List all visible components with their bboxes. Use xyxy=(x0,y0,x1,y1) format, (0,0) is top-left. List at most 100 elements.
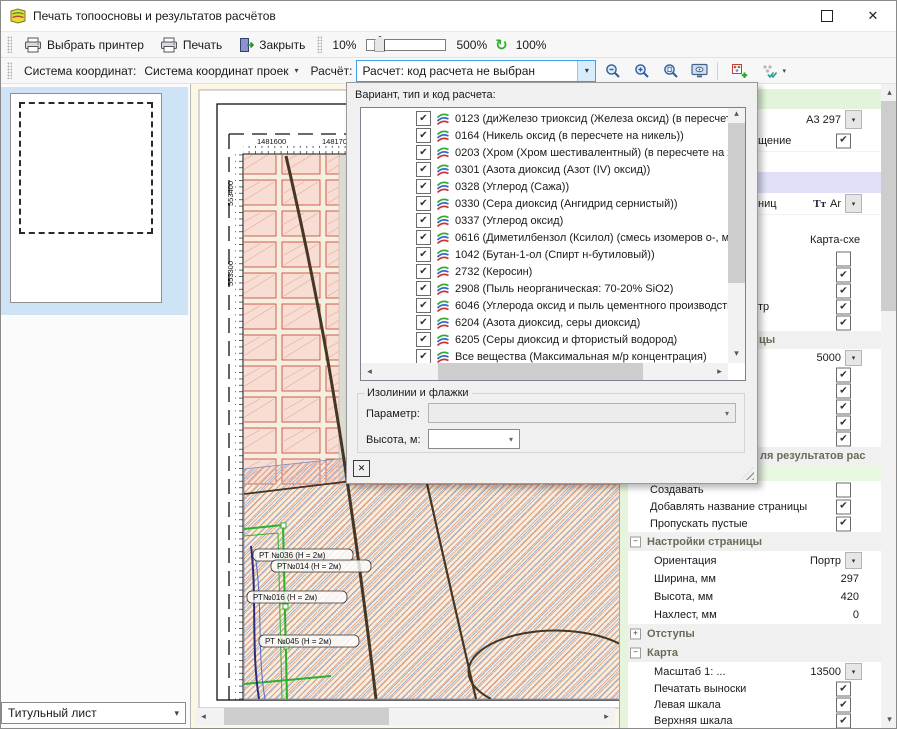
zoom-fit-icon[interactable]: ↻ xyxy=(495,36,508,54)
checkbox[interactable] xyxy=(836,316,851,331)
calc-variant-item[interactable]: 6204 (Азота диоксид, серы диоксид) xyxy=(361,314,728,331)
collapse-icon[interactable]: − xyxy=(630,536,641,547)
checkbox[interactable] xyxy=(416,332,431,347)
page-thumbnail[interactable] xyxy=(10,93,162,303)
checkbox[interactable] xyxy=(416,213,431,228)
select-printer-button[interactable]: Выбрать принтер xyxy=(16,34,152,56)
resolution-select[interactable]: 5000 ▾ xyxy=(817,350,862,366)
scroll-left-icon[interactable]: ◂ xyxy=(195,708,212,725)
checkbox[interactable] xyxy=(836,714,851,729)
scroll-right-icon[interactable]: ▸ xyxy=(598,708,615,725)
scroll-up-icon[interactable]: ▴ xyxy=(881,84,897,101)
scroll-track[interactable] xyxy=(378,363,711,380)
group-margins[interactable]: + Отступы xyxy=(620,624,881,644)
chevron-down-icon[interactable]: ▾ xyxy=(845,110,862,129)
page-thumbnail-selected[interactable] xyxy=(1,87,188,315)
checkbox[interactable] xyxy=(836,251,851,266)
scroll-thumb[interactable] xyxy=(224,708,389,725)
checkbox[interactable] xyxy=(836,384,851,399)
checkbox[interactable] xyxy=(836,682,851,697)
popup-close-button[interactable]: ✕ xyxy=(353,460,370,477)
scroll-up-icon[interactable]: ▴ xyxy=(728,108,745,123)
orientation-select[interactable]: Портр ▾ xyxy=(810,552,862,569)
calc-select-all-button[interactable] xyxy=(757,60,781,81)
zoom-slider-thumb[interactable] xyxy=(374,36,385,52)
calc-variant-item[interactable]: 2908 (Пыль неорганическая: 70-20% SiO2) xyxy=(361,280,728,297)
calc-variant-item[interactable]: 6046 (Углерода оксид и пыль цементного п… xyxy=(361,297,728,314)
checkbox[interactable] xyxy=(836,432,851,447)
toolbar-grip[interactable] xyxy=(317,36,322,53)
checkbox[interactable] xyxy=(416,247,431,262)
scroll-down-icon[interactable]: ▾ xyxy=(881,711,897,728)
checkbox[interactable] xyxy=(416,315,431,330)
list-vertical-scrollbar[interactable]: ▴ ▾ xyxy=(728,108,745,363)
scroll-track[interactable] xyxy=(212,708,598,725)
scroll-thumb[interactable] xyxy=(438,363,643,380)
expand-icon[interactable]: + xyxy=(630,628,641,639)
calc-variant-item[interactable]: 0330 (Сера диоксид (Ангидрид сернистый)) xyxy=(361,195,728,212)
checkbox[interactable] xyxy=(416,179,431,194)
list-horizontal-scrollbar[interactable]: ◂ ▸ xyxy=(361,363,728,380)
checkbox[interactable] xyxy=(416,230,431,245)
scroll-right-icon[interactable]: ▸ xyxy=(711,363,728,380)
checkbox[interactable] xyxy=(416,349,431,363)
calc-select[interactable]: Расчет: код расчета не выбран ▾ xyxy=(356,60,596,82)
checkbox[interactable] xyxy=(416,128,431,143)
param-select[interactable]: ▾ xyxy=(428,403,736,423)
print-button[interactable]: Печать xyxy=(152,34,230,56)
scroll-left-icon[interactable]: ◂ xyxy=(361,363,378,380)
checkbox[interactable] xyxy=(836,368,851,383)
chevron-down-icon[interactable]: ▾ xyxy=(845,350,862,366)
calc-variant-item[interactable]: 0337 (Углерод оксид) xyxy=(361,212,728,229)
checkbox[interactable] xyxy=(836,268,851,283)
zoom-page-button[interactable] xyxy=(659,60,683,81)
calc-variant-item[interactable]: 6205 (Серы диоксид и фтористый водород) xyxy=(361,331,728,348)
chevron-down-icon[interactable]: ▾ xyxy=(845,663,862,680)
checkbox[interactable] xyxy=(416,298,431,313)
calc-variant-item[interactable]: 0203 (Хром (Хром шестивалентный) (в пере… xyxy=(361,144,728,161)
checkbox[interactable] xyxy=(836,133,851,148)
toolbar-grip[interactable] xyxy=(7,36,12,53)
height-value[interactable]: 420 xyxy=(841,591,859,603)
font-select[interactable]: Тт Ar ▾ xyxy=(813,194,862,213)
coord-system-select[interactable]: Система координат проек ▾ xyxy=(140,62,302,80)
zoom-slider[interactable] xyxy=(366,39,446,51)
checkbox[interactable] xyxy=(836,400,851,415)
calc-variant-item[interactable]: 0123 (диЖелезо триоксид (Железа оксид) (… xyxy=(361,110,728,127)
checkbox[interactable] xyxy=(416,281,431,296)
maximize-button[interactable] xyxy=(804,1,850,31)
checkbox[interactable] xyxy=(836,416,851,431)
checkbox[interactable] xyxy=(836,300,851,315)
page-selector[interactable]: Титульный лист ▾ xyxy=(1,702,186,724)
checkbox[interactable] xyxy=(416,145,431,160)
checkbox[interactable] xyxy=(836,698,851,713)
calc-variant-item[interactable]: 0301 (Азота диоксид (Азот (IV) оксид)) xyxy=(361,161,728,178)
checkbox[interactable] xyxy=(836,482,851,497)
calc-variant-item[interactable]: Все вещества (Максимальная м/р концентра… xyxy=(361,348,728,363)
collapse-icon[interactable]: − xyxy=(630,647,641,658)
paper-format-select[interactable]: А3 297 ▾ xyxy=(806,110,862,129)
checkbox[interactable] xyxy=(416,111,431,126)
properties-vertical-scrollbar[interactable]: ▴ ▾ xyxy=(881,84,897,728)
group-page-settings[interactable]: − Настройки страницы xyxy=(620,532,881,552)
checkbox[interactable] xyxy=(416,196,431,211)
checkbox[interactable] xyxy=(836,499,851,514)
group-map[interactable]: − Карта xyxy=(620,643,881,663)
map-horizontal-scrollbar[interactable]: ◂ ▸ xyxy=(195,708,615,725)
preview-screen-button[interactable] xyxy=(688,60,712,81)
calc-variant-item[interactable]: 0164 (Никель оксид (в пересчете на никел… xyxy=(361,127,728,144)
add-calc-button[interactable] xyxy=(728,60,752,81)
scroll-thumb[interactable] xyxy=(728,123,745,283)
checkbox[interactable] xyxy=(836,284,851,299)
checkbox[interactable] xyxy=(836,516,851,531)
zoom-out-button[interactable] xyxy=(601,60,625,81)
calc-variant-item[interactable]: 1042 (Бутан-1-ол (Спирт н-бутиловый)) xyxy=(361,246,728,263)
chevron-down-icon[interactable]: ▾ xyxy=(845,552,862,569)
checkbox[interactable] xyxy=(416,264,431,279)
calc-variant-item[interactable]: 2732 (Керосин) xyxy=(361,263,728,280)
chevron-down-icon[interactable]: ▾ xyxy=(577,61,595,81)
dropdown-arrow-icon[interactable]: ▾ xyxy=(782,67,786,75)
scale-select[interactable]: 13500 ▾ xyxy=(810,663,862,680)
height-select[interactable]: ▾ xyxy=(428,429,520,449)
calc-variant-item[interactable]: 0616 (Диметилбензол (Ксилол) (смесь изом… xyxy=(361,229,728,246)
